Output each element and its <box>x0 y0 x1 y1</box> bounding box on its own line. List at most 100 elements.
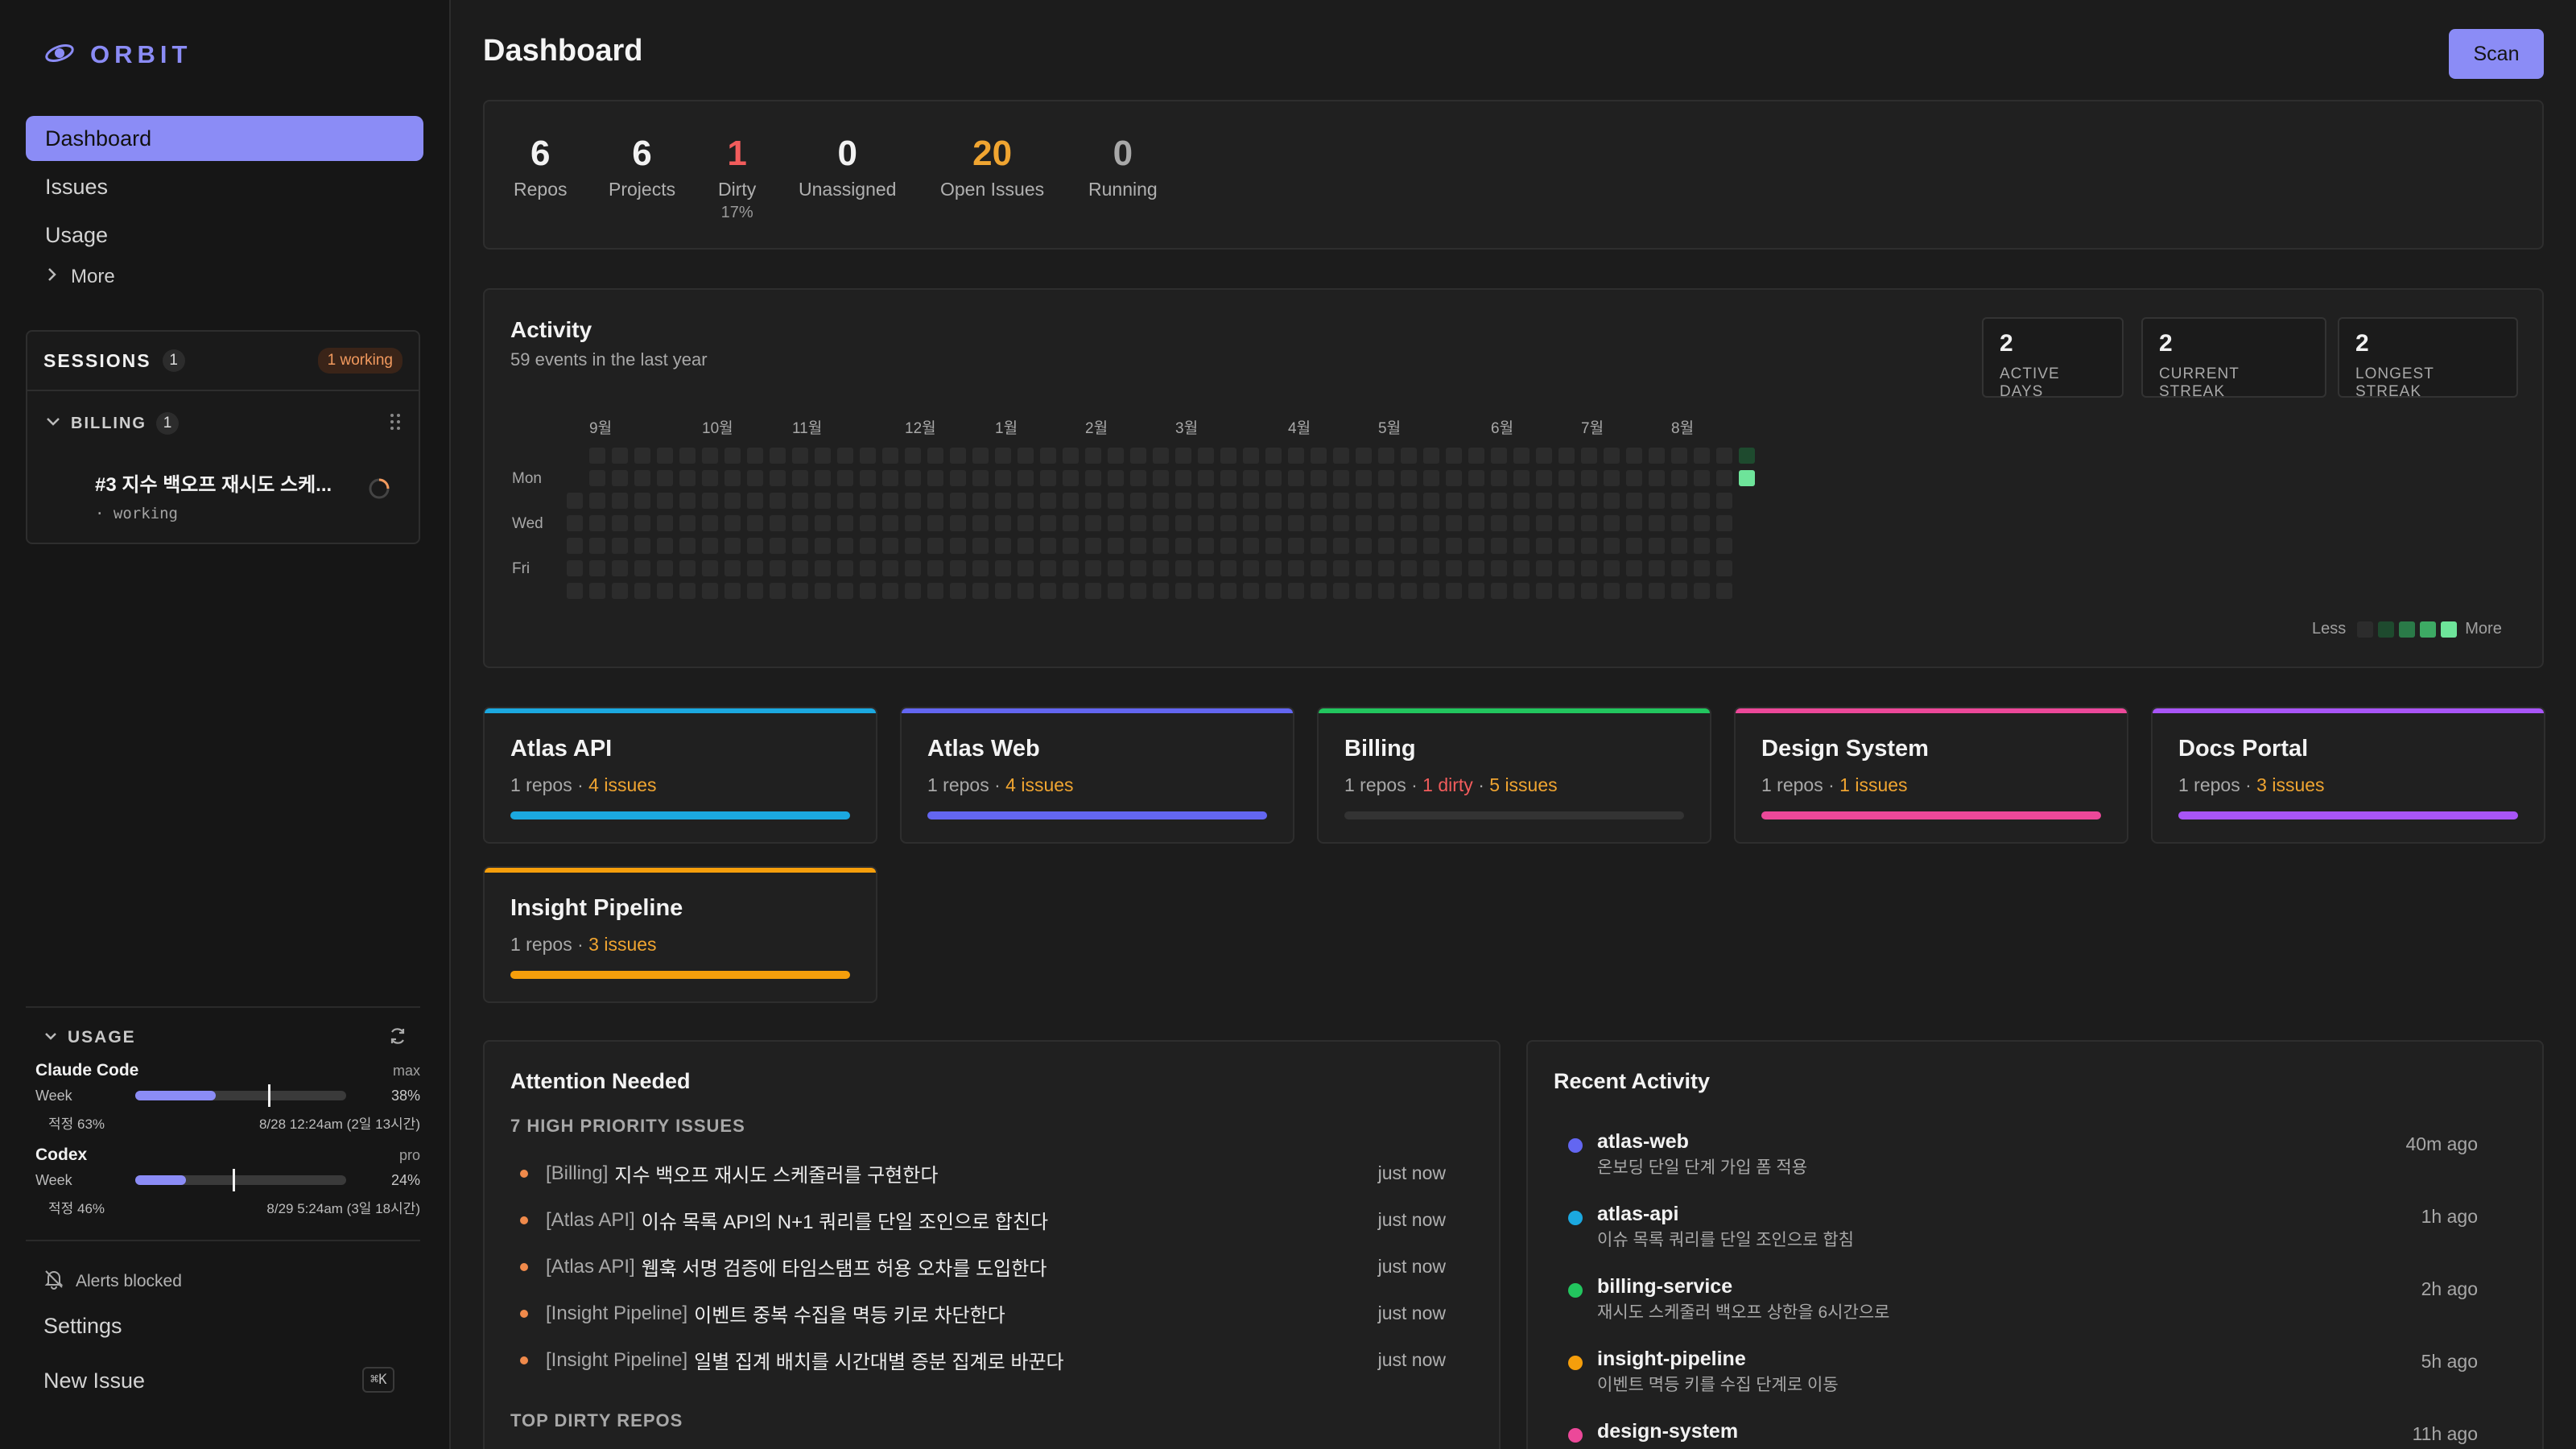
heatmap-cell[interactable] <box>679 470 696 486</box>
heatmap-cell[interactable] <box>679 583 696 599</box>
heatmap-cell[interactable] <box>837 493 853 509</box>
heatmap-cell[interactable] <box>1513 448 1530 464</box>
heatmap-cell[interactable] <box>1288 470 1304 486</box>
heatmap-cell[interactable] <box>927 515 943 531</box>
heatmap-cell[interactable] <box>770 583 786 599</box>
heatmap-cell[interactable] <box>589 538 605 554</box>
heatmap-cell[interactable] <box>1581 583 1597 599</box>
heatmap-cell[interactable] <box>567 583 583 599</box>
heatmap-cell[interactable] <box>1040 515 1056 531</box>
heatmap-cell[interactable] <box>679 493 696 509</box>
heatmap-cell[interactable] <box>995 583 1011 599</box>
heatmap-cell[interactable] <box>1694 493 1710 509</box>
heatmap-cell[interactable] <box>860 538 876 554</box>
heatmap-cell[interactable] <box>1671 515 1687 531</box>
heatmap-cell[interactable] <box>1153 583 1169 599</box>
settings-link[interactable]: Settings <box>43 1314 122 1339</box>
heatmap-cell[interactable] <box>747 560 763 576</box>
heatmap-cell[interactable] <box>1153 493 1169 509</box>
heatmap-cell[interactable] <box>1581 515 1597 531</box>
heatmap-cell[interactable] <box>1243 583 1259 599</box>
heatmap-cell[interactable] <box>1288 493 1304 509</box>
heatmap-cell[interactable] <box>1175 470 1191 486</box>
heatmap-cell[interactable] <box>1018 470 1034 486</box>
heatmap-cell[interactable] <box>1040 493 1056 509</box>
heatmap-cell[interactable] <box>927 470 943 486</box>
heatmap-cell[interactable] <box>905 470 921 486</box>
heatmap-cell[interactable] <box>1333 515 1349 531</box>
heatmap-cell[interactable] <box>1130 515 1146 531</box>
heatmap-cell[interactable] <box>1536 470 1552 486</box>
heatmap-cell[interactable] <box>1175 515 1191 531</box>
heatmap-cell[interactable] <box>1649 583 1665 599</box>
heatmap-cell[interactable] <box>702 560 718 576</box>
heatmap-cell[interactable] <box>860 515 876 531</box>
heatmap-cell[interactable] <box>815 470 831 486</box>
heatmap-cell[interactable] <box>905 583 921 599</box>
heatmap-cell[interactable] <box>837 515 853 531</box>
heatmap-cell[interactable] <box>1040 470 1056 486</box>
heatmap-cell[interactable] <box>1401 515 1417 531</box>
heatmap-cell[interactable] <box>1468 470 1484 486</box>
heatmap-cell[interactable] <box>702 493 718 509</box>
heatmap-cell[interactable] <box>634 538 650 554</box>
heatmap-cell[interactable] <box>1153 448 1169 464</box>
heatmap-cell[interactable] <box>1243 538 1259 554</box>
heatmap-cell[interactable] <box>1694 560 1710 576</box>
heatmap-cell[interactable] <box>1063 538 1079 554</box>
heatmap-cell[interactable] <box>1063 560 1079 576</box>
heatmap-cell[interactable] <box>589 583 605 599</box>
heatmap-cell[interactable] <box>657 560 673 576</box>
heatmap-cell[interactable] <box>950 560 966 576</box>
heatmap-cell[interactable] <box>634 470 650 486</box>
heatmap-cell[interactable] <box>1311 448 1327 464</box>
heatmap-cell[interactable] <box>1356 515 1372 531</box>
heatmap-cell[interactable] <box>1513 560 1530 576</box>
heatmap-cell[interactable] <box>1288 583 1304 599</box>
heatmap-cell[interactable] <box>634 493 650 509</box>
heatmap-cell[interactable] <box>1311 538 1327 554</box>
project-card[interactable]: Insight Pipeline 1 repos · 3 issues <box>483 866 877 1003</box>
heatmap-cell[interactable] <box>612 448 628 464</box>
project-card[interactable]: Billing 1 repos · 1 dirty · 5 issues <box>1317 707 1711 844</box>
heatmap-cell[interactable] <box>1018 560 1034 576</box>
heatmap-cell[interactable] <box>1558 493 1575 509</box>
heatmap-cell[interactable] <box>1063 583 1079 599</box>
heatmap-cell[interactable] <box>1085 583 1101 599</box>
heatmap-cell[interactable] <box>1716 583 1732 599</box>
heatmap-cell[interactable] <box>1604 583 1620 599</box>
heatmap-cell[interactable] <box>770 493 786 509</box>
heatmap-cell[interactable] <box>1649 515 1665 531</box>
heatmap-cell[interactable] <box>1063 448 1079 464</box>
heatmap-cell[interactable] <box>702 583 718 599</box>
heatmap-cell[interactable] <box>1581 538 1597 554</box>
heatmap-cell[interactable] <box>1085 470 1101 486</box>
heatmap-cell[interactable] <box>1288 448 1304 464</box>
heatmap-cell[interactable] <box>1153 560 1169 576</box>
heatmap-cell[interactable] <box>1108 448 1124 464</box>
heatmap-cell[interactable] <box>657 583 673 599</box>
heatmap-cell[interactable] <box>612 493 628 509</box>
heatmap-cell[interactable] <box>1671 538 1687 554</box>
heatmap-cell[interactable] <box>1063 493 1079 509</box>
heatmap-cell[interactable] <box>1468 493 1484 509</box>
heatmap-cell[interactable] <box>1716 538 1732 554</box>
heatmap-cell[interactable] <box>1153 515 1169 531</box>
heatmap-cell[interactable] <box>927 560 943 576</box>
heatmap-cell[interactable] <box>1220 583 1236 599</box>
heatmap-cell[interactable] <box>634 560 650 576</box>
heatmap-cell[interactable] <box>679 448 696 464</box>
heatmap-cell[interactable] <box>1243 493 1259 509</box>
heatmap-cell[interactable] <box>1536 560 1552 576</box>
heatmap-cell[interactable] <box>1536 583 1552 599</box>
heatmap-cell[interactable] <box>1198 560 1214 576</box>
heatmap-cell[interactable] <box>589 448 605 464</box>
heatmap-cell[interactable] <box>634 448 650 464</box>
heatmap-cell[interactable] <box>905 538 921 554</box>
heatmap-cell[interactable] <box>1491 448 1507 464</box>
heatmap-cell[interactable] <box>1220 470 1236 486</box>
heatmap-cell[interactable] <box>634 515 650 531</box>
heatmap-cell[interactable] <box>950 583 966 599</box>
heatmap-cell[interactable] <box>657 448 673 464</box>
heatmap-cell[interactable] <box>792 583 808 599</box>
